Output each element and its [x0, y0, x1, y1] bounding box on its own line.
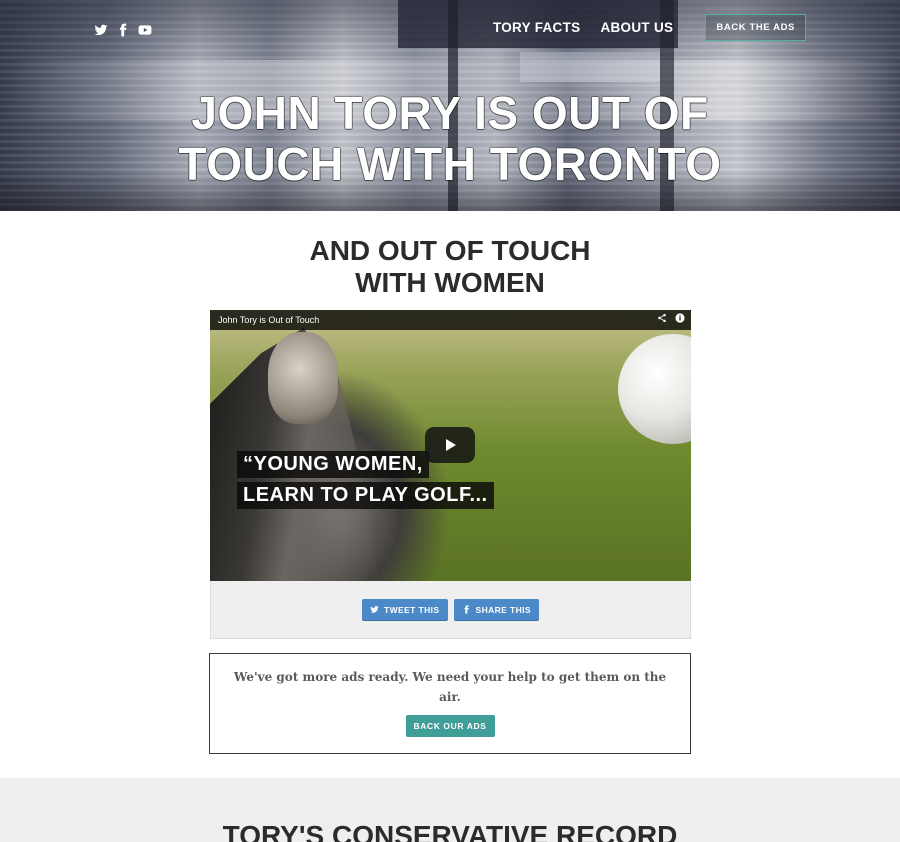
- share-bar: TWEET THIS SHARE THIS: [210, 581, 691, 639]
- conservative-record-section: TORY'S CONSERVATIVE RECORD: [0, 778, 900, 842]
- facebook-icon: [464, 605, 469, 614]
- social-links: [94, 22, 152, 37]
- section-title: AND OUT OF TOUCH WITH WOMEN: [0, 235, 900, 299]
- tweet-this-label: TWEET THIS: [384, 604, 440, 615]
- play-button[interactable]: [425, 427, 475, 463]
- facebook-icon[interactable]: [116, 22, 130, 37]
- video-controls: [657, 310, 685, 330]
- donate-callout: We've got more ads ready. We need your h…: [209, 653, 691, 754]
- play-icon: [446, 439, 456, 451]
- section-title-line-2: WITH WOMEN: [355, 267, 545, 298]
- twitter-icon[interactable]: [94, 22, 108, 36]
- main-nav: TORY FACTS ABOUT US BACK THE ADS: [473, 14, 806, 41]
- share-this-label: SHARE THIS: [475, 604, 531, 615]
- video-caption-line-1: “YOUNG WOMEN,: [237, 451, 429, 478]
- speaker-head-image: [268, 332, 338, 424]
- section-title-line-1: AND OUT OF TOUCH: [309, 235, 591, 266]
- share-icon[interactable]: [657, 310, 667, 330]
- share-this-button[interactable]: SHARE THIS: [453, 598, 539, 621]
- back-the-ads-button[interactable]: BACK THE ADS: [705, 14, 806, 41]
- video-player[interactable]: John Tory is Out of Touch “YOUNG WOMEN, …: [210, 310, 691, 581]
- hero-title-line-1: JOHN TORY IS OUT OF: [191, 87, 709, 139]
- hero-banner: TORY FACTS ABOUT US BACK THE ADS JOHN TO…: [0, 0, 900, 211]
- nav-link-tory-facts[interactable]: TORY FACTS: [493, 20, 581, 35]
- donate-callout-text: We've got more ads ready. We need your h…: [233, 670, 667, 704]
- conservative-record-title: TORY'S CONSERVATIVE RECORD: [222, 820, 678, 842]
- nav-link-about-us[interactable]: ABOUT US: [600, 20, 673, 35]
- youtube-icon[interactable]: [138, 22, 152, 36]
- tweet-this-button[interactable]: TWEET THIS: [362, 598, 448, 621]
- hero-title: JOHN TORY IS OUT OF TOUCH WITH TORONTO: [0, 88, 900, 190]
- info-icon[interactable]: [675, 310, 685, 330]
- hero-title-line-2: TOUCH WITH TORONTO: [178, 138, 722, 190]
- video-caption-line-2: LEARN TO PLAY GOLF...: [237, 482, 494, 509]
- twitter-icon: [370, 606, 379, 613]
- video-title[interactable]: John Tory is Out of Touch: [218, 315, 319, 325]
- back-our-ads-button[interactable]: BACK OUR ADS: [405, 715, 495, 737]
- video-title-bar: John Tory is Out of Touch: [210, 310, 691, 330]
